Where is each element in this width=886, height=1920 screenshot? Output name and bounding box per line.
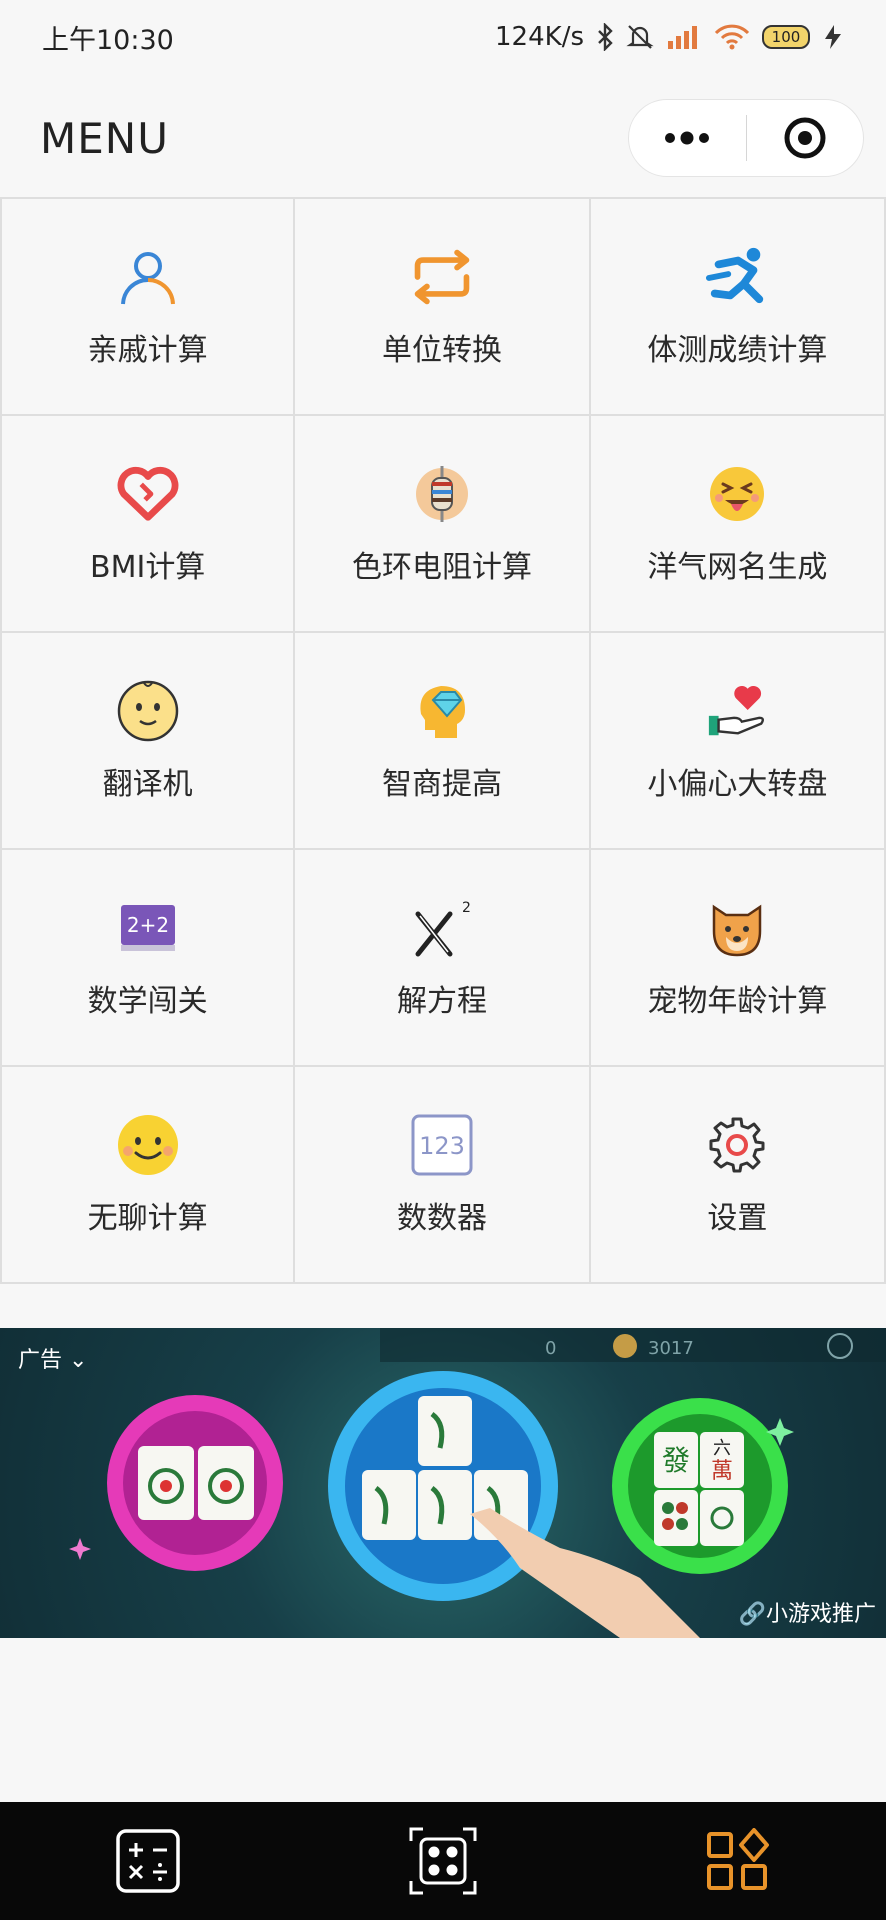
ad-tag-text: 广告	[18, 1348, 63, 1373]
ad-promo-text: 小游戏推广	[765, 1602, 876, 1627]
menu-item-label: BMI计算	[90, 549, 206, 585]
tongue-emoji-icon	[705, 462, 769, 526]
ad-label[interactable]: 广告 ⌄	[18, 1342, 87, 1374]
more-dots-icon	[665, 131, 710, 145]
menu-item-boring-calc[interactable]: 无聊计算	[0, 1067, 296, 1284]
bluetooth-icon	[596, 23, 614, 51]
menu-item-label: 单位转换	[381, 332, 502, 368]
calculator-tab-icon	[115, 1829, 180, 1893]
menu-item-translator[interactable]: 翻译机	[0, 633, 296, 850]
dog-icon	[705, 896, 769, 960]
link-icon: 🔗	[738, 1602, 766, 1627]
ad-counter-1: 0	[545, 1338, 556, 1359]
menu-item-iq-boost[interactable]: 智商提高	[295, 633, 591, 850]
menu-item-label: 体测成绩计算	[647, 332, 828, 368]
menu-item-relative-calc[interactable]: 亲戚计算	[0, 199, 296, 416]
menu-item-nickname[interactable]: 洋气网名生成	[590, 416, 886, 633]
menu-item-counter[interactable]: 123 数数器	[295, 1067, 591, 1284]
battery-level: 100	[762, 25, 810, 49]
menu-item-equation[interactable]: 2 解方程	[295, 850, 591, 1067]
menu-item-fitness-score[interactable]: 体测成绩计算	[590, 199, 886, 416]
ad-tile-text-2: 六	[713, 1438, 731, 1459]
person-icon	[116, 245, 180, 309]
gear-icon	[705, 1113, 769, 1177]
network-speed: 124K/s	[495, 22, 584, 52]
svg-text:123: 123	[419, 1132, 465, 1160]
x-squared-icon: 2	[410, 896, 474, 960]
resistor-icon	[410, 462, 474, 526]
menu-item-label: 数数器	[396, 1200, 487, 1236]
battery-icon: 100	[762, 25, 810, 49]
menu-item-label: 数学闯关	[87, 983, 208, 1019]
menu-item-label: 色环电阻计算	[351, 549, 532, 585]
menu-item-resistor[interactable]: 色环电阻计算	[295, 416, 591, 633]
menu-item-label: 小偏心大转盘	[647, 766, 828, 802]
bottom-tab-bar	[0, 1802, 886, 1920]
menu-item-label: 解方程	[396, 983, 487, 1019]
tab-apps[interactable]	[693, 1816, 783, 1906]
convert-icon	[410, 245, 474, 309]
status-bar: 上午10:30 124K/s 100	[0, 0, 886, 74]
status-indicators: 124K/s 100	[495, 22, 844, 52]
miniprogram-capsule	[628, 99, 864, 177]
tab-calculator[interactable]	[103, 1816, 193, 1906]
heart-icon	[116, 462, 180, 526]
svg-text:2+2: 2+2	[127, 913, 169, 937]
ad-counter-2: 3017	[648, 1338, 694, 1359]
nav-bar: MENU	[0, 80, 886, 196]
menu-item-label: 智商提高	[381, 766, 502, 802]
ad-promo-link[interactable]: 🔗小游戏推广	[739, 1596, 876, 1628]
menu-item-math-challenge[interactable]: 2+2 数学闯关	[0, 850, 296, 1067]
tab-dice[interactable]	[398, 1816, 488, 1906]
ad-artwork: 0 3017 發 六 萬	[69, 1328, 886, 1638]
menu-item-label: 宠物年龄计算	[647, 983, 828, 1019]
menu-item-label: 洋气网名生成	[647, 549, 828, 585]
target-close-icon	[784, 117, 826, 159]
svg-text:2: 2	[462, 900, 471, 916]
menu-item-label: 翻译机	[102, 766, 193, 802]
menu-item-wheel[interactable]: 小偏心大转盘	[590, 633, 886, 850]
ad-tile-text-1: 發	[662, 1444, 690, 1477]
menu-item-bmi[interactable]: BMI计算	[0, 416, 296, 633]
menu-item-label: 亲戚计算	[87, 332, 208, 368]
menu-grid: 亲戚计算 单位转换 体测成绩计算 BMI计算 色环电阻计算 洋气网名生成 翻译机…	[0, 197, 886, 1284]
ad-tile-text-3: 萬	[711, 1459, 733, 1484]
signal-icon	[666, 23, 702, 51]
hand-heart-icon	[705, 679, 769, 743]
page-title: MENU	[40, 113, 169, 163]
runner-icon	[705, 245, 769, 309]
charging-icon	[822, 23, 844, 51]
counter-123-icon: 123	[410, 1113, 474, 1177]
mute-bell-icon	[626, 23, 654, 51]
menu-item-pet-age[interactable]: 宠物年龄计算	[590, 850, 886, 1067]
ad-banner[interactable]: 0 3017 發 六 萬 广告 ⌄ 🔗小游戏推广	[0, 1328, 886, 1638]
close-miniprogram-button[interactable]	[747, 100, 864, 176]
dice-tab-icon	[409, 1827, 477, 1895]
brain-diamond-icon	[410, 679, 474, 743]
status-time: 上午10:30	[42, 24, 174, 56]
apps-tab-icon	[707, 1828, 770, 1890]
more-button[interactable]	[629, 100, 746, 176]
wifi-icon	[714, 23, 750, 51]
menu-item-unit-convert[interactable]: 单位转换	[295, 199, 591, 416]
math-board-icon: 2+2	[116, 896, 180, 960]
smiley-icon	[116, 679, 180, 743]
happy-face-icon	[116, 1113, 180, 1177]
menu-item-label: 无聊计算	[87, 1200, 208, 1236]
menu-item-settings[interactable]: 设置	[590, 1067, 886, 1284]
menu-item-label: 设置	[707, 1200, 768, 1236]
